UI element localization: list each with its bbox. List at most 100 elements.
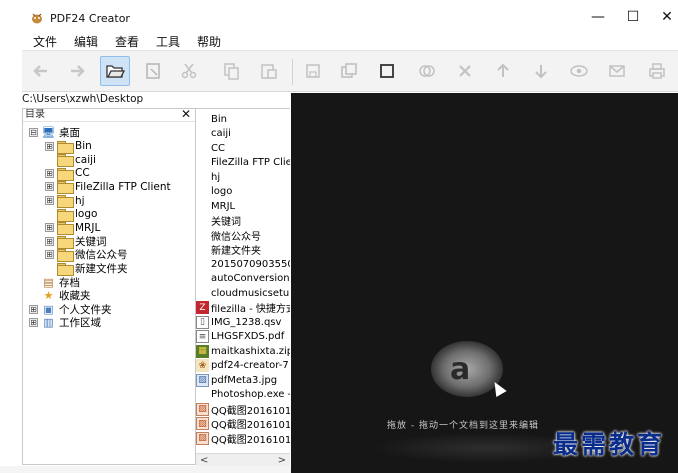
- menu-file[interactable]: 文件: [33, 33, 57, 50]
- file-list-item[interactable]: ❀ pdf24-creator-7: [196, 359, 290, 373]
- tree-item[interactable]: ⊞ Bin: [45, 140, 92, 154]
- tree-expander-icon[interactable]: ⊞: [45, 168, 54, 178]
- folder-icon: [57, 222, 74, 236]
- tree-item-label: FileZilla FTP Client: [75, 180, 171, 193]
- menu-help[interactable]: 帮助: [197, 33, 221, 50]
- status-strip: [0, 466, 291, 473]
- menu-tools[interactable]: 工具: [156, 33, 180, 50]
- star-icon: ★: [43, 289, 54, 303]
- tree-item[interactable]: ▤ 存档: [29, 276, 80, 289]
- combine-icon[interactable]: [334, 56, 364, 86]
- tree-expander-icon[interactable]: ⊞: [45, 182, 54, 192]
- tree-item-label: 桌面: [59, 127, 80, 139]
- tree-expander-icon[interactable]: ⊞: [45, 223, 54, 233]
- menu-bar: 文件 编辑 查看 工具 帮助: [0, 32, 678, 50]
- user-folder-icon: ▣: [43, 302, 54, 316]
- tree-item[interactable]: ⊞ 微信公众号: [45, 248, 128, 263]
- file-list-item[interactable]: caiji: [196, 127, 290, 141]
- file-list-item[interactable]: CC: [196, 141, 290, 155]
- tree-expander-icon[interactable]: ⊞: [29, 318, 38, 328]
- file-list-item[interactable]: 关键词: [196, 214, 290, 228]
- file-list-item[interactable]: 微信公众号: [196, 228, 290, 243]
- tree-close-icon[interactable]: ✕: [181, 109, 191, 121]
- file-list-item[interactable]: cloudmusicsetup: [196, 286, 290, 300]
- tree-expander-icon[interactable]: ⊟: [29, 128, 38, 137]
- delete-icon[interactable]: [450, 56, 480, 86]
- file-list-item[interactable]: ▦ maitkashixta.zip: [196, 344, 290, 358]
- tree-item[interactable]: ⊞ ▥ 工作区域: [29, 316, 101, 329]
- tree-item[interactable]: logo: [45, 208, 97, 222]
- select-icon[interactable]: [138, 56, 168, 86]
- toolbar: [22, 50, 678, 92]
- tree-item[interactable]: ⊞ ▣ 个人文件夹: [29, 303, 112, 316]
- file-name: CC: [211, 142, 225, 154]
- folder-icon: [57, 208, 74, 222]
- file-list-item[interactable]: hj: [196, 170, 290, 184]
- file-list-item[interactable]: autoConversion: [196, 272, 290, 286]
- file-name: Bin: [211, 113, 227, 125]
- file-list-item[interactable]: 2015070903550: [196, 257, 290, 271]
- tree-expander-icon[interactable]: ⊞: [45, 196, 54, 205]
- tree-expander-icon[interactable]: ⊞: [45, 141, 54, 151]
- folder-icon: [57, 249, 74, 263]
- back-icon[interactable]: [26, 56, 56, 86]
- tree-item[interactable]: ⊞ CC: [45, 167, 90, 181]
- cut-icon[interactable]: [174, 56, 204, 86]
- file-list-item[interactable]: ▨ QQ截图2016101: [196, 417, 290, 431]
- open-folder-icon[interactable]: [100, 56, 130, 86]
- file-list-item[interactable]: MRJL: [196, 199, 290, 213]
- page-icon[interactable]: [372, 56, 402, 86]
- scroll-right-arrow-icon[interactable]: >: [278, 455, 286, 466]
- tree-header-label: 目录: [25, 109, 45, 120]
- save-icon[interactable]: [298, 56, 328, 86]
- merge-icon[interactable]: [412, 56, 442, 86]
- file-list-item[interactable]: ▨ QQ截图2016101: [196, 431, 290, 445]
- move-up-icon[interactable]: [488, 56, 518, 86]
- file-name: QQ截图2016101: [211, 405, 290, 417]
- scroll-left-arrow-icon[interactable]: <: [200, 455, 208, 466]
- file-list-item[interactable]: Bin: [196, 112, 290, 126]
- file-list-item[interactable]: ▨ QQ截图2016101: [196, 402, 290, 416]
- file-list-item[interactable]: FileZilla FTP Clie: [196, 156, 290, 170]
- close-button[interactable]: ✕: [654, 6, 678, 28]
- tree-item[interactable]: caiji: [45, 153, 96, 168]
- file-name: maitkashixta.zip: [211, 345, 290, 357]
- file-list-item[interactable]: ▯ IMG_1238.qsv: [196, 315, 290, 329]
- menu-view[interactable]: 查看: [115, 33, 139, 50]
- preview-icon[interactable]: [564, 56, 594, 86]
- file-list-item[interactable]: 新建文件夹: [196, 243, 290, 257]
- forward-icon[interactable]: [62, 56, 92, 86]
- print-icon[interactable]: [642, 56, 672, 86]
- tree-item[interactable]: ⊞ 关键词: [45, 235, 107, 249]
- tree-item-label: hj: [75, 194, 85, 207]
- file-list-item[interactable]: ≡ LHGSFXDS.pdf: [196, 330, 290, 344]
- tree-expander-icon[interactable]: ⊞: [29, 304, 38, 314]
- file-list-item[interactable]: Photoshop.exe -: [196, 388, 290, 402]
- tree-item[interactable]: ⊞ hj: [45, 194, 85, 208]
- drop-preview-area[interactable]: a 拖放 - 拖动一个文档到这里来编辑 最需教育: [291, 93, 678, 473]
- email-icon[interactable]: [602, 56, 632, 86]
- minimize-button[interactable]: —: [585, 6, 611, 28]
- tree-item[interactable]: ⊟ 🖥 桌面: [29, 126, 80, 139]
- menu-edit[interactable]: 编辑: [74, 33, 98, 50]
- file-list-item[interactable]: Zfilezilla - 快捷方式: [196, 301, 290, 315]
- file-list-item[interactable]: logo: [196, 185, 290, 199]
- file-name: hj: [211, 171, 221, 183]
- tree-item[interactable]: ⊞ FileZilla FTP Client: [45, 180, 171, 195]
- move-down-icon[interactable]: [526, 56, 556, 86]
- file-list-item[interactable]: ▨ pdfMeta3.jpg: [196, 373, 290, 387]
- tree-item[interactable]: ⊞ MRJL: [45, 221, 100, 236]
- tree-expander-icon[interactable]: ⊞: [45, 236, 54, 246]
- window-title: PDF24 Creator: [50, 12, 130, 25]
- paste-icon[interactable]: [254, 56, 284, 86]
- maximize-button[interactable]: ☐: [620, 6, 646, 28]
- copy-icon[interactable]: [216, 56, 246, 86]
- tree-item[interactable]: 新建文件夹: [45, 262, 128, 276]
- folder-icon: [57, 167, 74, 181]
- tree-item[interactable]: ★ 收藏夹: [29, 289, 91, 302]
- folder-icon: [57, 195, 74, 208]
- tree-expander-icon[interactable]: ⊞: [45, 250, 54, 260]
- folder-icon: [57, 154, 74, 168]
- horizontal-scrollbar[interactable]: < >: [196, 453, 290, 467]
